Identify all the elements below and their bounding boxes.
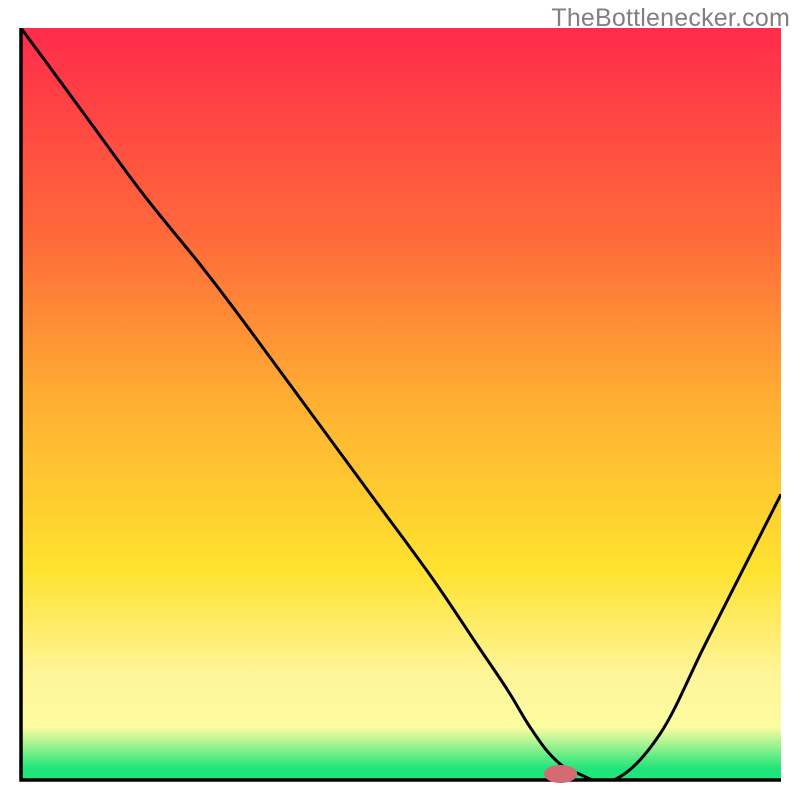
optimum-marker bbox=[544, 765, 577, 783]
credit-label: TheBottlenecker.com bbox=[551, 4, 790, 33]
chart-container: TheBottlenecker.com bbox=[0, 0, 800, 800]
plot-background bbox=[21, 28, 781, 780]
bottleneck-chart bbox=[0, 0, 800, 800]
